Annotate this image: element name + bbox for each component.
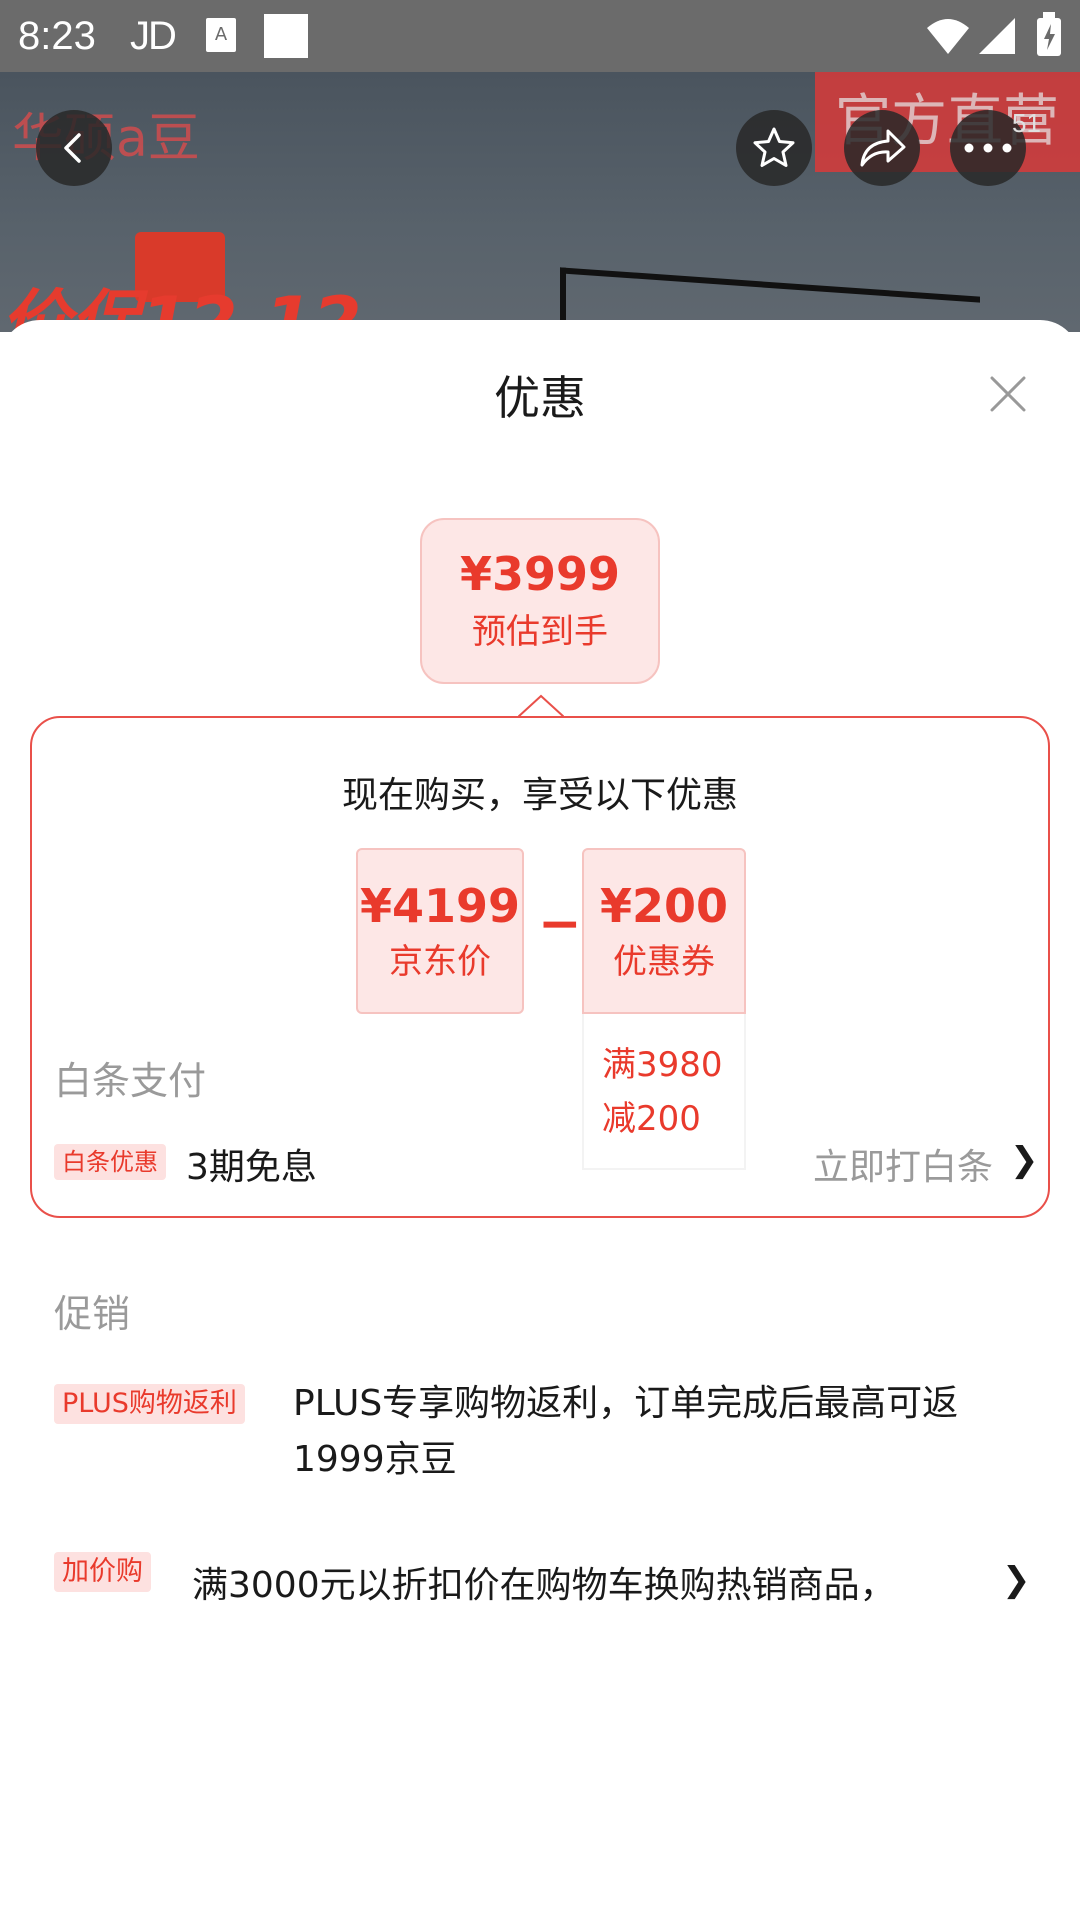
- discount-sheet: 优惠 ¥3999 预估到手 现在购买，享受以下优惠 ¥4199 京东价 − ¥2…: [0, 320, 1080, 1920]
- signal-icon: [979, 18, 1015, 54]
- coupon-detail-line: 减200: [602, 1099, 701, 1139]
- breakdown-title: 现在购买，享受以下优惠: [341, 775, 738, 816]
- more-dots-icon: [964, 143, 1012, 153]
- notification-square-icon: [264, 14, 308, 58]
- sheet-title: 优惠: [494, 371, 586, 425]
- share-button[interactable]: [844, 110, 920, 186]
- plus-rebate-tag: PLUS购物返利: [54, 1384, 245, 1424]
- keyboard-a-icon: A: [206, 18, 236, 52]
- minus-sign: −: [538, 894, 582, 954]
- chevron-right-icon[interactable]: ❯: [1010, 1140, 1039, 1180]
- add-on-purchase-text[interactable]: 满3000元以折扣价在购物车换购热销商品，: [192, 1556, 982, 1608]
- wifi-icon: [927, 19, 969, 54]
- chevron-right-icon[interactable]: ❯: [1002, 1560, 1031, 1600]
- favorite-button[interactable]: [736, 110, 812, 186]
- star-icon: [753, 127, 795, 167]
- baitiao-section-label: 白条支付: [54, 1059, 207, 1103]
- plus-rebate-text: PLUS专享购物返利，订单完成后最高可返1999京豆: [293, 1383, 959, 1480]
- coupon-tile: ¥200 优惠券: [582, 848, 746, 1014]
- add-on-purchase-tag: 加价购: [54, 1552, 151, 1592]
- coupon-detail-line: 满3980: [602, 1045, 723, 1085]
- share-arrow-icon: [860, 129, 906, 167]
- pointer-arrow-icon: [518, 694, 564, 718]
- status-time: 8:23: [18, 14, 96, 58]
- estimated-price-label: 预估到手: [472, 612, 608, 652]
- jd-price-value: ¥4199: [359, 879, 521, 933]
- promo-section-label: 促销: [54, 1292, 131, 1336]
- back-button[interactable]: [36, 110, 112, 186]
- battery-icon: [1037, 12, 1061, 56]
- coupon-value: ¥200: [599, 879, 729, 933]
- coupon-detail: 满3980 减200: [582, 1014, 746, 1170]
- baitiao-tag: 白条优惠: [54, 1144, 166, 1180]
- jd-price-label: 京东价: [389, 942, 491, 982]
- chevron-left-icon: [64, 133, 81, 163]
- message-count-badge: 51: [1012, 108, 1041, 138]
- status-bar: 8:23 JD A: [0, 0, 1080, 72]
- estimated-price-card: ¥3999 预估到手: [420, 518, 660, 684]
- jd-price-tile: ¥4199 京东价: [356, 848, 524, 1014]
- coupon-label: 优惠券: [613, 942, 715, 982]
- product-banner: 华硕a豆 官方直营 价保12.12: [0, 72, 1080, 332]
- baitiao-action-link[interactable]: 立即打白条: [813, 1138, 993, 1190]
- close-icon[interactable]: [982, 368, 1034, 420]
- status-app-label: JD: [130, 14, 177, 58]
- estimated-price: ¥3999: [459, 547, 621, 601]
- baitiao-offer-text: 3期免息: [186, 1147, 317, 1188]
